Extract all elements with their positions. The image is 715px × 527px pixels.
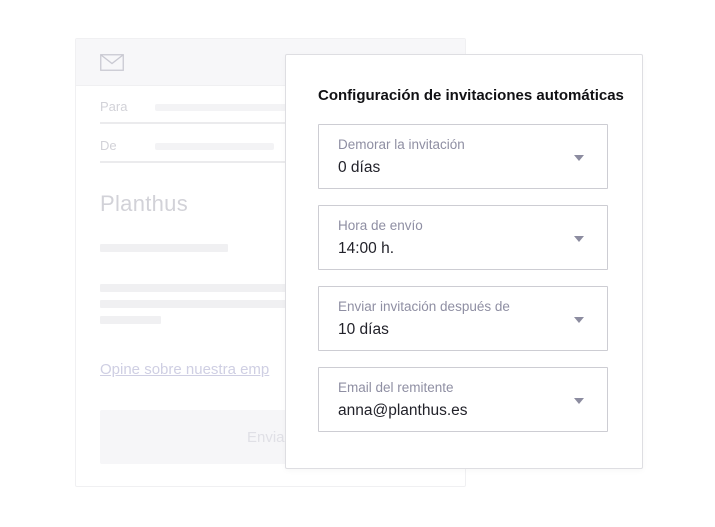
select-label: Hora de envío [338,218,423,233]
sender-email-select[interactable]: Email del remitente anna@planthus.es [318,367,608,432]
from-field-placeholder [155,143,274,150]
invitation-settings-screen: Para De Planthus Opine sobre nuestra emp… [0,0,715,527]
panel-title: Configuración de invitaciones automática… [318,87,624,104]
select-label: Enviar invitación después de [338,299,510,314]
select-label: Email del remitente [338,380,454,395]
feedback-link[interactable]: Opine sobre nuestra emp [100,361,269,378]
auto-invitation-settings-panel: Configuración de invitaciones automática… [285,54,643,469]
envelope-icon [100,54,124,71]
chevron-down-icon [574,236,584,242]
chevron-down-icon [574,398,584,404]
from-field-label: De [100,138,117,153]
select-label: Demorar la invitación [338,137,465,152]
select-value: 10 días [338,321,389,338]
select-value: anna@planthus.es [338,402,468,419]
send-button-label: Envia [247,429,285,446]
send-time-select[interactable]: Hora de envío 14:00 h. [318,205,608,270]
chevron-down-icon [574,317,584,323]
send-after-select[interactable]: Enviar invitación después de 10 días [318,286,608,351]
to-field-label: Para [100,99,128,114]
text-placeholder-line [100,316,161,324]
chevron-down-icon [574,155,584,161]
text-placeholder-line [100,244,228,252]
select-value: 14:00 h. [338,240,395,257]
select-value: 0 días [338,159,381,176]
brand-name: Planthus [100,191,189,216]
delay-invitation-select[interactable]: Demorar la invitación 0 días [318,124,608,189]
